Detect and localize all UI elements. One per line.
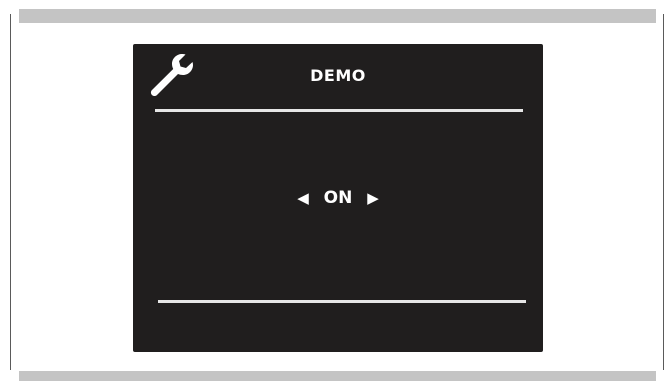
header-divider [155, 109, 523, 112]
left-arrow-icon[interactable]: ◀ [297, 189, 309, 207]
top-frame-bar [19, 9, 656, 23]
wrench-icon [150, 54, 193, 97]
device-display: DEMO ◀ ON ▶ [133, 44, 543, 352]
right-arrow-icon[interactable]: ▶ [367, 189, 379, 207]
setting-value: ON [323, 188, 353, 208]
bottom-frame-bar [19, 371, 656, 381]
footer-divider [158, 300, 526, 303]
menu-title: DEMO [310, 66, 366, 85]
left-border-line [10, 14, 11, 370]
manual-page: DEMO ◀ ON ▶ [0, 0, 668, 381]
right-border-line [663, 14, 664, 370]
setting-selector: ◀ ON ▶ [133, 188, 543, 208]
